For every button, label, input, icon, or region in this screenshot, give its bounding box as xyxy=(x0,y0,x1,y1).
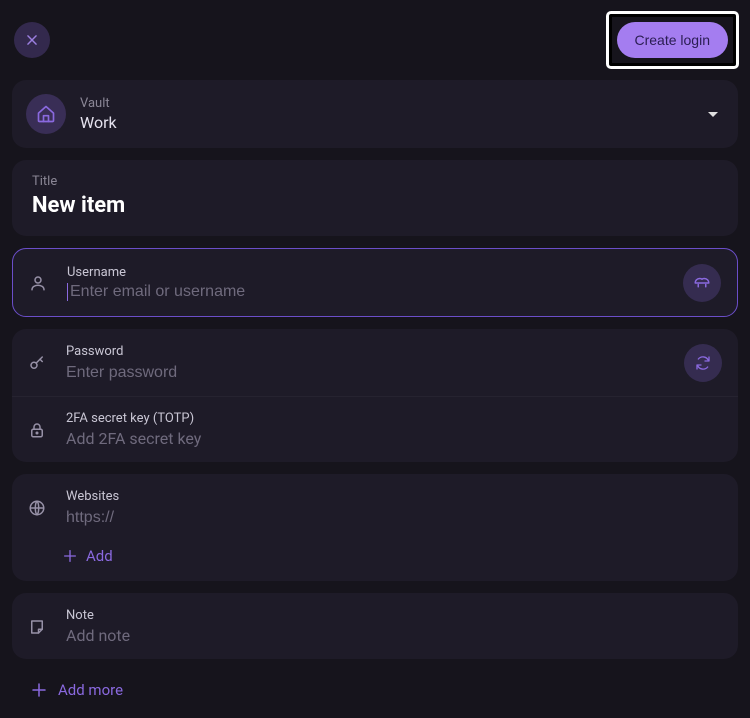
plus-icon xyxy=(62,548,78,564)
refresh-icon xyxy=(695,355,711,371)
globe-icon xyxy=(28,499,46,517)
vault-label: Vault xyxy=(80,96,708,111)
totp-label: 2FA secret key (TOTP) xyxy=(66,411,722,426)
user-icon xyxy=(29,274,47,292)
username-label: Username xyxy=(67,265,675,280)
close-icon xyxy=(25,33,39,47)
password-row: Password xyxy=(12,329,738,396)
username-input[interactable] xyxy=(70,283,675,301)
password-totp-card: Password 2FA secre xyxy=(12,329,738,462)
note-row[interactable]: Note Add note xyxy=(12,593,738,659)
website-input[interactable] xyxy=(66,509,722,527)
home-icon xyxy=(36,104,56,124)
text-cursor xyxy=(67,283,68,301)
websites-label: Websites xyxy=(66,489,722,504)
note-placeholder: Add note xyxy=(66,626,722,645)
title-label: Title xyxy=(32,174,718,189)
vault-card: Vault Work xyxy=(12,80,738,148)
generate-password-button[interactable] xyxy=(684,344,722,382)
title-input[interactable]: New item xyxy=(32,193,718,218)
vault-icon-container xyxy=(26,94,66,134)
create-login-button[interactable]: Create login xyxy=(617,22,729,58)
vault-value: Work xyxy=(80,113,708,132)
note-card: Note Add note xyxy=(12,593,738,659)
chevron-down-icon xyxy=(708,112,718,117)
title-card: Title New item xyxy=(12,160,738,236)
add-more-button[interactable]: Add more xyxy=(12,671,738,709)
password-label: Password xyxy=(66,344,676,359)
websites-card: Websites Add xyxy=(12,474,738,581)
key-icon xyxy=(28,354,46,372)
plus-icon xyxy=(30,681,48,699)
close-button[interactable] xyxy=(14,22,50,58)
totp-placeholder: Add 2FA secret key xyxy=(66,429,722,448)
credentials-card: Username xyxy=(12,248,738,317)
note-icon xyxy=(28,618,46,636)
alias-icon xyxy=(693,274,711,292)
vault-selector[interactable]: Vault Work xyxy=(12,80,738,148)
password-input[interactable] xyxy=(66,364,676,382)
lock-icon xyxy=(28,421,46,439)
create-login-highlight: Create login xyxy=(609,14,737,66)
totp-row[interactable]: 2FA secret key (TOTP) Add 2FA secret key xyxy=(12,396,738,462)
add-website-label: Add xyxy=(86,547,113,565)
note-label: Note xyxy=(66,608,722,623)
add-more-label: Add more xyxy=(58,681,123,699)
generate-alias-button[interactable] xyxy=(683,264,721,302)
username-row: Username xyxy=(13,249,737,316)
add-website-button[interactable]: Add xyxy=(12,541,738,581)
website-row: Websites xyxy=(12,474,738,541)
